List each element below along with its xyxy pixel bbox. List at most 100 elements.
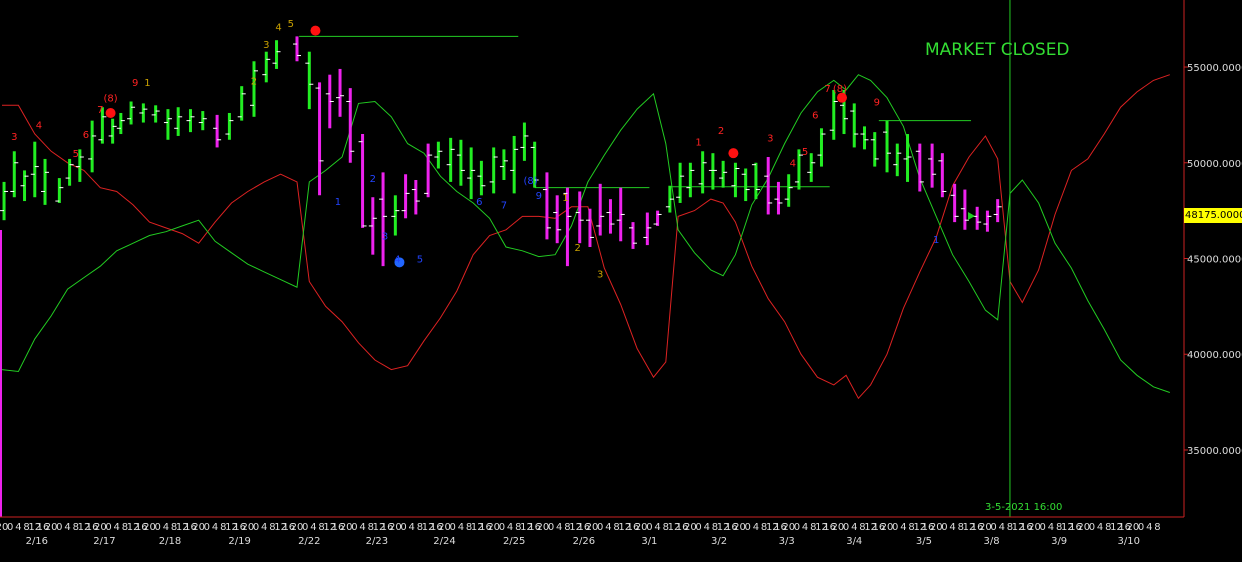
- count-label: 9: [132, 78, 138, 89]
- count-label: 5: [417, 254, 423, 265]
- x-date-label: 3/2: [711, 536, 727, 547]
- count-label: 3: [597, 270, 603, 281]
- x-hour-label: 0: [302, 522, 308, 533]
- x-hour-label: 0: [990, 522, 996, 533]
- x-date-label: 3/8: [983, 536, 999, 547]
- x-hour-label: 4: [999, 522, 1005, 533]
- x-date-label: 2/17: [93, 536, 115, 547]
- count-label: 3: [382, 231, 388, 242]
- x-hour-label: 0: [843, 522, 849, 533]
- count-label: 4: [275, 23, 281, 34]
- count-label: 4: [394, 254, 400, 265]
- x-hour-label: 0: [499, 522, 505, 533]
- x-date-label: 2/24: [433, 536, 455, 547]
- x-date-label: 3/1: [641, 536, 657, 547]
- x-hour-label: 4: [851, 522, 857, 533]
- x-hour-label: 4: [605, 522, 611, 533]
- count-label: (8): [833, 84, 847, 95]
- x-hour-label: 4: [458, 522, 464, 533]
- count-label: 3: [767, 134, 773, 145]
- y-tick-label: 45000.0000: [1187, 255, 1242, 266]
- x-hour-label: 8: [1154, 522, 1160, 533]
- x-hour-label: 4: [802, 522, 808, 533]
- count-label: 9: [536, 191, 542, 202]
- market-closed-timestamp: 3-5-2021 16:00: [985, 502, 1063, 513]
- x-hour-label: 4: [114, 522, 120, 533]
- x-hour-label: 4: [310, 522, 316, 533]
- y-tick-label: 55000.0000: [1187, 63, 1242, 74]
- x-hour-label: 0: [351, 522, 357, 533]
- x-date-label: 3/9: [1051, 536, 1067, 547]
- count-label: 5: [73, 149, 79, 160]
- x-hour-label: 4: [1048, 522, 1054, 533]
- price-chart[interactable]: 3 4 5 6 7 (8) 9 1 2 3 4 5 1 2 3 4 5 6 7 (8) 9 1 2 3 1 2 3 4 5 6 7 (8) 9 1…: [0, 0, 1242, 558]
- count-label: 1: [144, 78, 150, 89]
- chart-canvas[interactable]: 34567(8)9 1 234 51234 56 7(8)9 1231234567 (8)91…: [0, 0, 1242, 558]
- x-hour-label: 0: [105, 522, 111, 533]
- count-label: 9: [874, 97, 880, 108]
- x-date-label: 2/16: [26, 536, 48, 547]
- y-tick-label: 35000.0000: [1187, 446, 1242, 457]
- count-label: 2: [718, 126, 724, 137]
- count-label: (8): [103, 93, 117, 104]
- x-hour-label: 0: [400, 522, 406, 533]
- count-label: 5: [802, 147, 808, 158]
- count-label: 4: [36, 120, 42, 131]
- count-label: 5: [288, 19, 294, 30]
- x-hour-label: 0: [450, 522, 456, 533]
- x-hour-label: 4: [64, 522, 70, 533]
- x-hour-label: 0: [1089, 522, 1095, 533]
- x-date-label: 2/19: [228, 536, 250, 547]
- count-label: 7: [501, 201, 507, 212]
- x-hour-label: 4: [900, 522, 906, 533]
- x-hour-label: 4: [212, 522, 218, 533]
- count-label: 6: [476, 197, 482, 208]
- x-date-label: 2/26: [573, 536, 595, 547]
- count-label: 2: [574, 243, 580, 254]
- count-label: 4: [790, 159, 796, 170]
- x-date-label: 3/10: [1118, 536, 1140, 547]
- x-hour-label: 0: [646, 522, 652, 533]
- x-hour-label: 0: [892, 522, 898, 533]
- x-hour-label: 0: [548, 522, 554, 533]
- x-hour-label: 0: [253, 522, 259, 533]
- count-label: 3: [263, 40, 269, 51]
- x-hour-label: 0: [745, 522, 751, 533]
- count-label: (8): [523, 176, 537, 187]
- count-label: 6: [83, 130, 89, 141]
- x-hour-label: 4: [261, 522, 267, 533]
- x-hour-label: 4: [654, 522, 660, 533]
- count-label: 1: [562, 193, 568, 204]
- x-hour-label: 0: [204, 522, 210, 533]
- count-label: 7: [97, 105, 103, 116]
- last-price-tag: 48175.0000: [1184, 208, 1242, 223]
- x-hour-label: 4: [949, 522, 955, 533]
- x-hour-label: 0: [1138, 522, 1144, 533]
- x-date-label: 2/22: [298, 536, 320, 547]
- x-hour-label: 0: [56, 522, 62, 533]
- x-hour-label: 4: [704, 522, 710, 533]
- x-hour-label: 0: [695, 522, 701, 533]
- x-hour-label: 4: [507, 522, 513, 533]
- x-hour-label: 4: [1097, 522, 1103, 533]
- x-hour-label: 0: [794, 522, 800, 533]
- x-hour-label: 4: [359, 522, 365, 533]
- x-date-label: 3/5: [916, 536, 932, 547]
- count-label: 6: [812, 111, 818, 122]
- y-tick-label: 50000.0000: [1187, 159, 1242, 170]
- x-hour-label: 0: [155, 522, 161, 533]
- x-hour-label: 4: [1146, 522, 1152, 533]
- x-date-label: 2/25: [503, 536, 525, 547]
- count-label: 2: [370, 174, 376, 185]
- count-label: 1: [933, 235, 939, 246]
- count-label: 7: [824, 84, 830, 95]
- signal-marker: [310, 25, 321, 36]
- x-date-label: 2/23: [366, 536, 388, 547]
- signal-marker: [728, 148, 739, 159]
- x-date-label: 3/4: [846, 536, 862, 547]
- x-hour-label: 4: [409, 522, 415, 533]
- x-hour-label: 4: [163, 522, 169, 533]
- count-label: 3: [11, 132, 17, 143]
- x-hour-label: 0: [941, 522, 947, 533]
- x-hour-label: 0: [597, 522, 603, 533]
